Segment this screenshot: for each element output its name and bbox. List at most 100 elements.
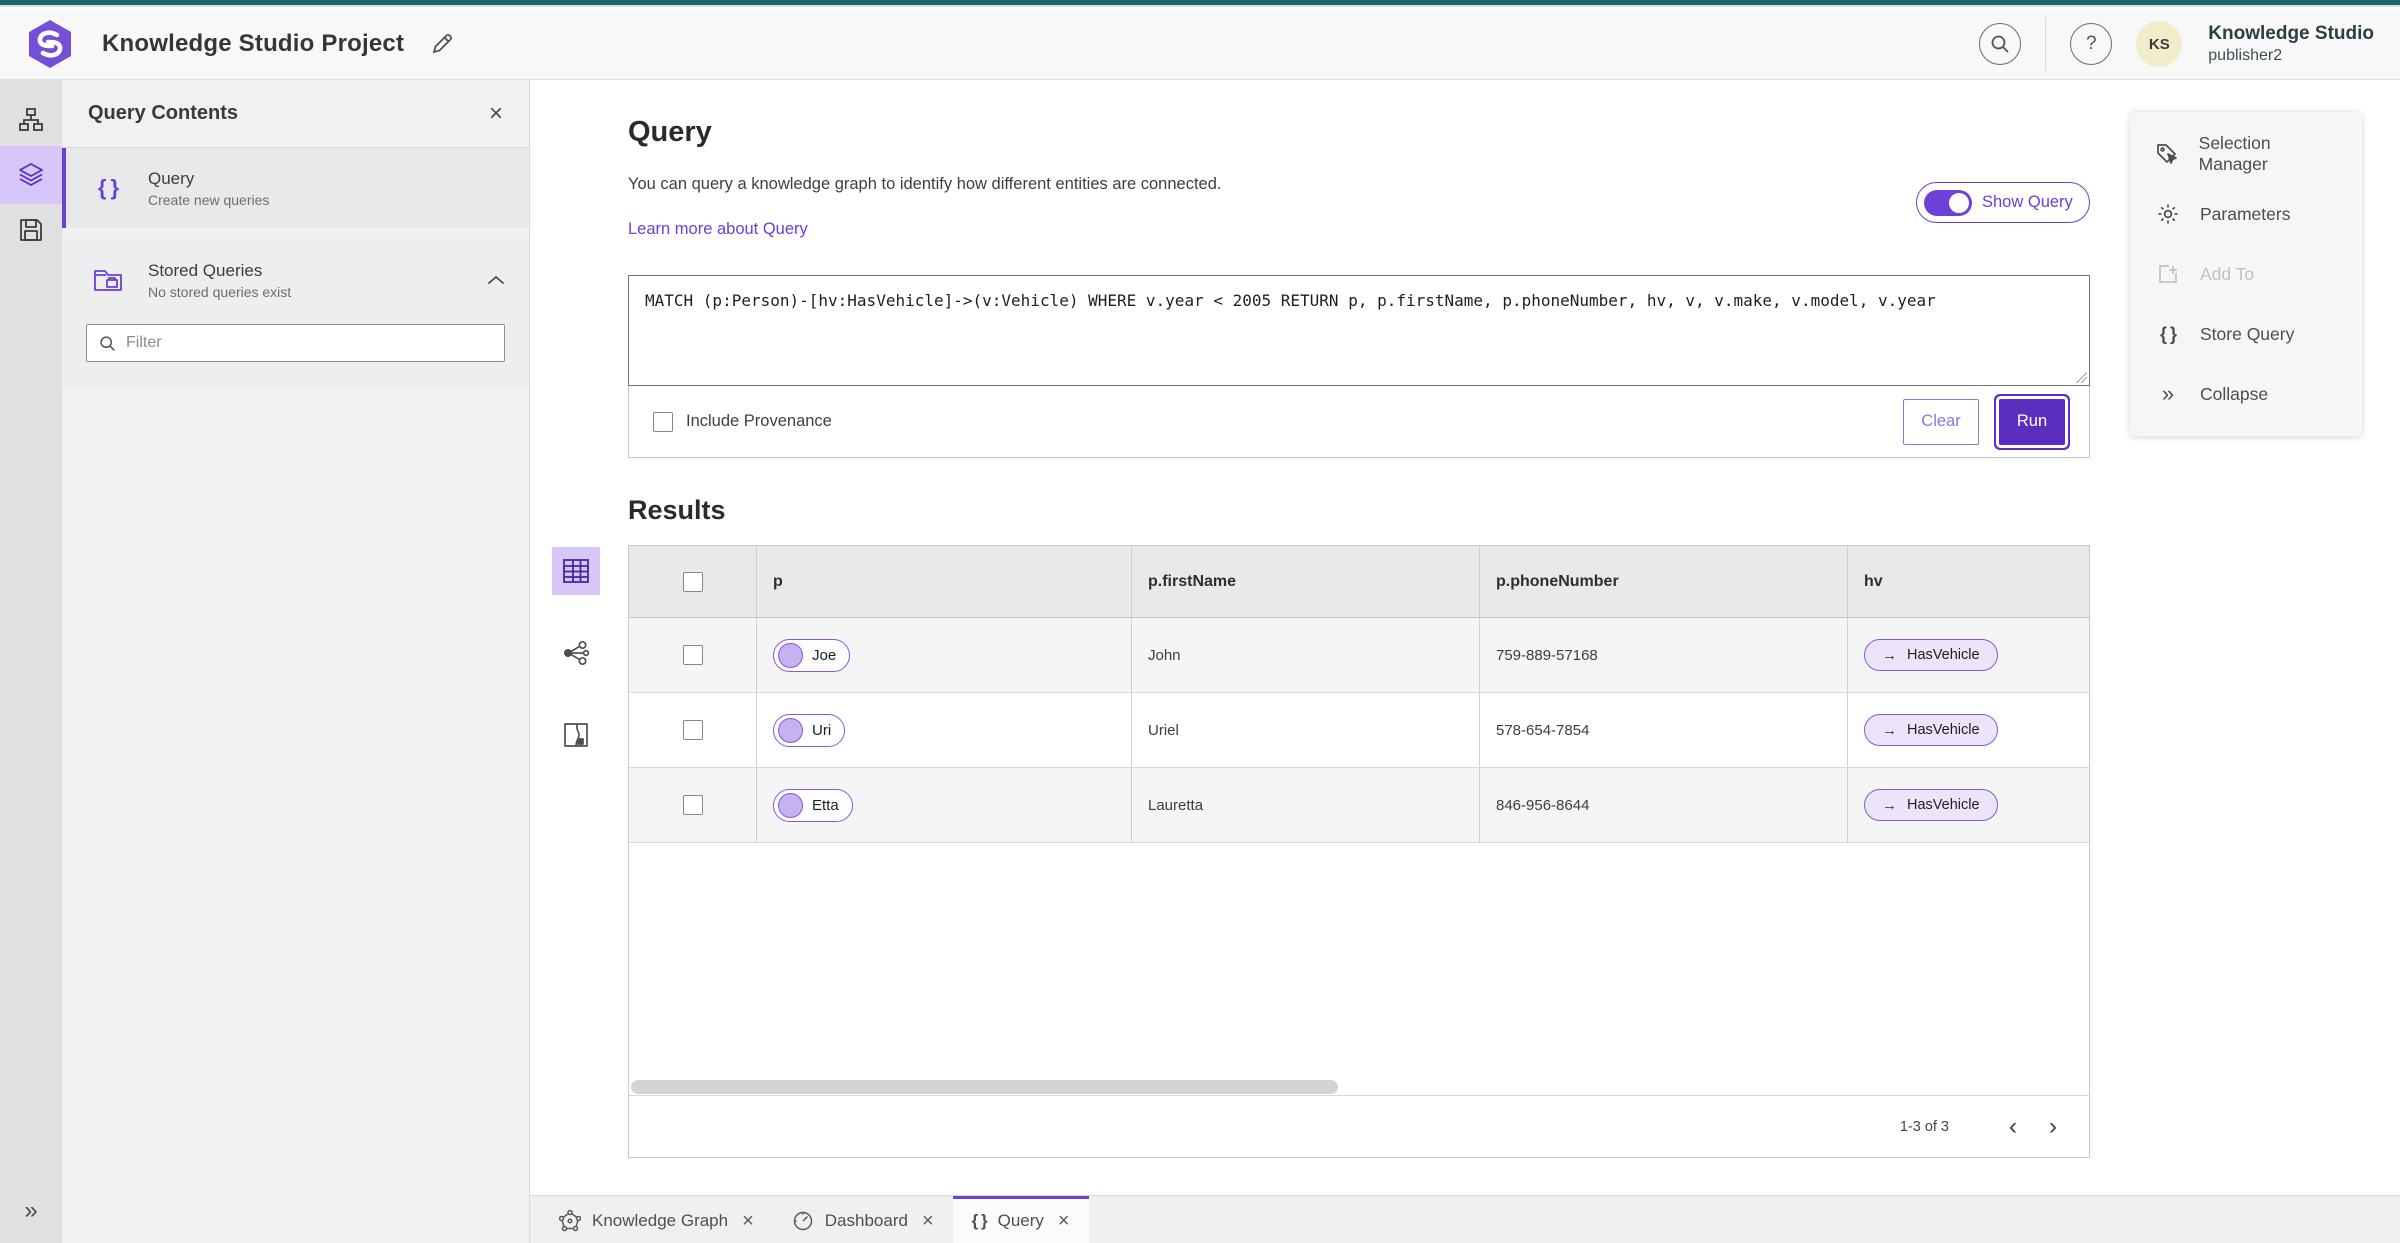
stored-queries-label: Stored Queries: [148, 260, 263, 280]
sidebar-item-query[interactable]: { } Query Create new queries: [62, 148, 529, 228]
save-icon: [20, 219, 42, 241]
edit-title-icon[interactable]: [430, 32, 454, 56]
panel-title: Query Contents: [88, 102, 239, 124]
selection-manager-label: Selection Manager: [2198, 133, 2271, 174]
query-heading: Query: [628, 116, 712, 148]
braces-icon: { }: [97, 175, 119, 200]
rail-layers-button[interactable]: [0, 146, 62, 204]
selection-manager-button[interactable]: Selection Manager: [2130, 124, 2362, 184]
column-header-firstname[interactable]: p.firstName: [1132, 546, 1480, 617]
include-provenance-label: Include Provenance: [686, 412, 832, 430]
query-editor-box: MATCH (p:Person)-[hv:HasVehicle]->(v:Veh…: [628, 275, 2090, 458]
show-query-toggle[interactable]: Show Query: [1916, 182, 2090, 223]
network-icon: [563, 640, 589, 666]
table-row[interactable]: Uri Uriel 578-654-7854 → HasVehicle: [629, 693, 2089, 768]
add-to-icon: [2155, 262, 2181, 286]
rail-expand-button[interactable]: »: [0, 1197, 62, 1225]
filter-field: [86, 324, 505, 362]
include-provenance-checkbox[interactable]: [653, 411, 673, 432]
query-contents-panel: Query Contents × { } Query Create new qu…: [62, 80, 530, 1243]
app-header: Knowledge Studio Project ? KS Knowledge …: [0, 9, 2400, 80]
edge-pill[interactable]: → HasVehicle: [1864, 714, 1998, 746]
bottom-tab-bar: Knowledge Graph × Dashboard × { } Query …: [530, 1195, 2400, 1243]
next-page-button[interactable]: ›: [2033, 1107, 2073, 1147]
cell-phonenumber: 846-956-8644: [1480, 768, 1848, 842]
parameters-button[interactable]: Parameters: [2130, 184, 2362, 244]
help-icon: ?: [2085, 33, 2097, 54]
toggle-switch[interactable]: [1924, 189, 1972, 216]
table-header-row: p p.firstName p.phoneNumber hv: [629, 546, 2089, 618]
previous-page-button[interactable]: ‹: [1993, 1107, 2033, 1147]
table-view-button[interactable]: [552, 547, 600, 595]
close-icon[interactable]: ×: [922, 1211, 934, 1231]
learn-more-link[interactable]: Learn more about Query: [628, 220, 808, 239]
tab-knowledge-graph[interactable]: Knowledge Graph ×: [540, 1196, 773, 1243]
chevron-up-icon[interactable]: [487, 274, 505, 286]
run-button[interactable]: Run: [1999, 398, 2065, 445]
chevron-right-icon: ›: [2049, 1112, 2057, 1140]
table-row[interactable]: Joe John 759-889-57168 → HasVehicle: [629, 618, 2089, 693]
sidebar-item-stored-queries[interactable]: Stored Queries No stored queries exist: [62, 238, 529, 322]
panel-header: Query Contents ×: [62, 80, 529, 148]
project-title: Knowledge Studio Project: [102, 30, 405, 57]
column-header-phonenumber[interactable]: p.phoneNumber: [1480, 546, 1848, 617]
top-accent-bar: [0, 0, 2400, 7]
clear-button[interactable]: Clear: [1903, 398, 1979, 445]
cell-firstname: John: [1132, 618, 1480, 692]
left-icon-rail: »: [0, 80, 62, 1243]
graph-view-button[interactable]: [552, 629, 600, 677]
row-checkbox[interactable]: [682, 720, 703, 740]
avatar[interactable]: KS: [2136, 21, 2183, 67]
chevron-left-icon: ‹: [2009, 1112, 2017, 1140]
rail-save-button[interactable]: [0, 204, 62, 256]
query-textarea[interactable]: MATCH (p:Person)-[hv:HasVehicle]->(v:Veh…: [628, 275, 2090, 386]
parameters-label: Parameters: [2200, 203, 2291, 224]
tab-dashboard[interactable]: Dashboard ×: [773, 1196, 953, 1243]
user-role: publisher2: [2208, 46, 2283, 64]
user-name: Knowledge Studio: [2208, 23, 2374, 44]
node-pill[interactable]: Etta: [773, 788, 853, 822]
filter-input[interactable]: [126, 334, 492, 352]
map-view-button[interactable]: [552, 711, 600, 759]
cell-phonenumber: 578-654-7854: [1480, 693, 1848, 767]
gear-icon: [2155, 202, 2181, 226]
query-actions-row: Include Provenance Clear Run: [628, 386, 2090, 458]
select-all-checkbox[interactable]: [682, 571, 703, 592]
column-header-p[interactable]: p: [757, 546, 1132, 617]
horizontal-scrollbar[interactable]: [629, 1079, 2089, 1095]
close-icon[interactable]: ×: [1058, 1211, 1070, 1231]
tab-query[interactable]: { } Query ×: [952, 1196, 1089, 1243]
help-button[interactable]: ?: [2070, 23, 2113, 65]
scrollbar-thumb[interactable]: [631, 1080, 1338, 1094]
node-pill[interactable]: Uri: [773, 713, 846, 747]
collapse-label: Collapse: [2200, 383, 2269, 404]
query-description: You can query a knowledge graph to ident…: [628, 175, 1222, 193]
knowledge-graph-icon: [559, 1210, 581, 1232]
search-button[interactable]: [1979, 23, 2022, 65]
store-query-button[interactable]: { } Store Query: [2130, 304, 2362, 364]
node-dot-icon: [778, 792, 803, 818]
row-checkbox[interactable]: [682, 645, 703, 665]
edge-pill[interactable]: → HasVehicle: [1864, 789, 1998, 821]
row-checkbox[interactable]: [682, 795, 703, 815]
tag-cursor-icon: [2155, 142, 2180, 166]
rail-hierarchy-button[interactable]: [0, 94, 62, 146]
panel-close-icon[interactable]: ×: [489, 101, 503, 126]
layers-icon: [19, 163, 43, 186]
table-footer: 1-3 of 3 ‹ ›: [629, 1095, 2089, 1157]
filter-search-icon: [100, 335, 115, 351]
braces-icon: { }: [2159, 323, 2177, 344]
add-to-button: Add To: [2130, 244, 2362, 304]
close-icon[interactable]: ×: [742, 1211, 754, 1231]
edge-pill[interactable]: → HasVehicle: [1864, 639, 1998, 671]
tab-label: Knowledge Graph: [592, 1211, 729, 1230]
main-content: Query You can query a knowledge graph to…: [530, 80, 2400, 1195]
column-header-hv[interactable]: hv: [1848, 546, 2089, 617]
stored-queries-section: Stored Queries No stored queries exist: [62, 238, 529, 388]
results-table: p p.firstName p.phoneNumber hv Joe John …: [628, 545, 2090, 1158]
node-pill[interactable]: Joe: [773, 638, 851, 672]
table-row[interactable]: Etta Lauretta 846-956-8644 → HasVehicle: [629, 768, 2089, 843]
collapse-button[interactable]: » Collapse: [2130, 364, 2362, 424]
results-view-toolbar: [552, 547, 600, 759]
add-to-label: Add To: [2200, 263, 2255, 284]
